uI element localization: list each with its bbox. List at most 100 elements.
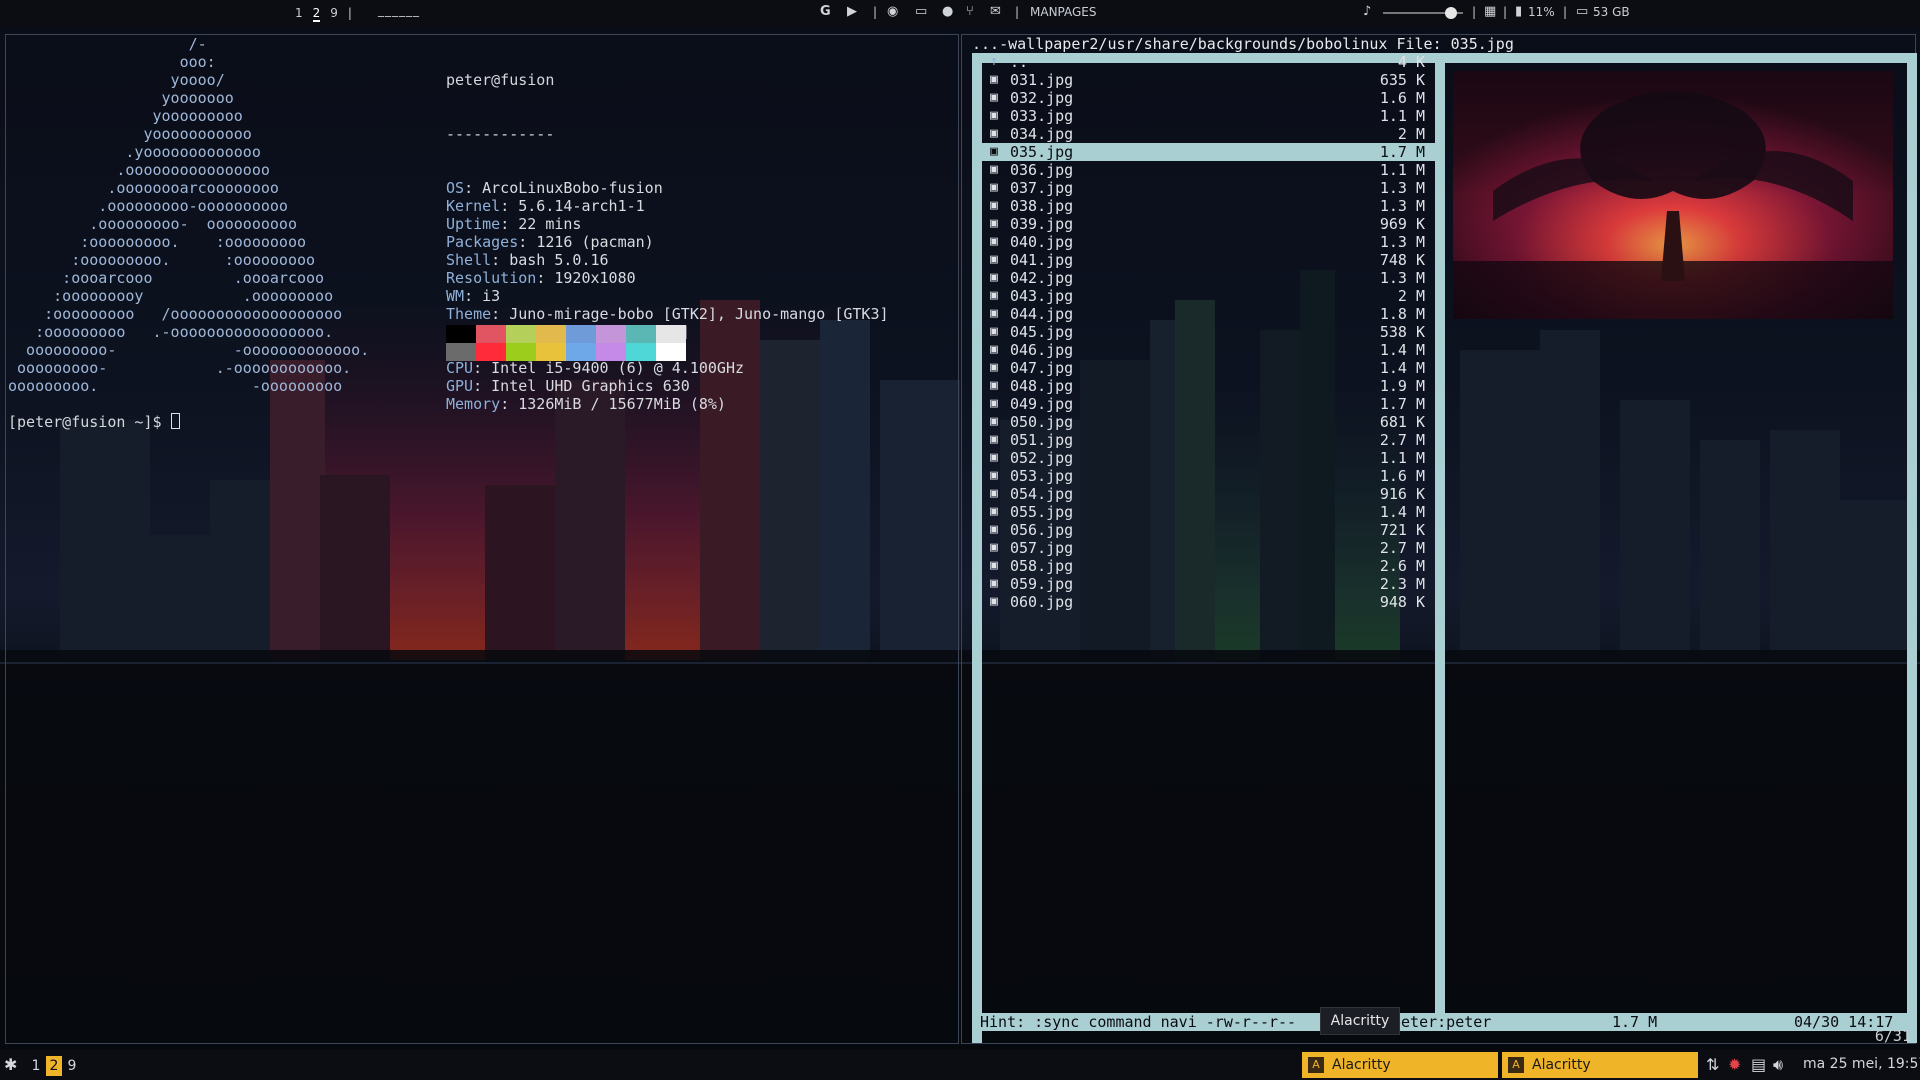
file-row[interactable]: ▣ 047.jpg 1.4 M	[982, 359, 1435, 377]
top-workspace-1[interactable]: 1	[295, 6, 303, 20]
folder-icon[interactable]: ▭	[915, 4, 927, 19]
top-workspace-2[interactable]: 2	[312, 6, 321, 22]
file-name: 035.jpg	[1010, 143, 1074, 161]
file-row[interactable]: ▣ 056.jpg 721 K	[982, 521, 1435, 539]
file-row[interactable]: ▣ 048.jpg 1.9 M	[982, 377, 1435, 395]
file-size: 948 K	[1379, 593, 1425, 611]
color-swatch	[656, 343, 686, 361]
image-file-icon: ▣	[990, 522, 998, 537]
disk-icon: ▭	[1576, 4, 1589, 19]
git-icon[interactable]: ⑂	[966, 4, 974, 19]
file-name: 042.jpg	[1010, 269, 1074, 287]
file-row[interactable]: ▣ 045.jpg 538 K	[982, 323, 1435, 341]
parent-directory-row[interactable]: ↑ .. 4 K	[982, 53, 1435, 71]
info-value: 22 mins	[518, 215, 582, 233]
file-row[interactable]: ▣ 057.jpg 2.7 M	[982, 539, 1435, 557]
file-row[interactable]: ▣ 051.jpg 2.7 M	[982, 431, 1435, 449]
file-name: 041.jpg	[1010, 251, 1074, 269]
top-workspace-list: 1 2 9 |	[290, 6, 357, 22]
file-row[interactable]: ▣ 036.jpg 1.1 M	[982, 161, 1435, 179]
task-alacritty-2[interactable]: A Alacritty	[1502, 1052, 1698, 1078]
file-name: 052.jpg	[1010, 449, 1074, 467]
file-name: 039.jpg	[1010, 215, 1074, 233]
firefox-icon[interactable]: ◉	[887, 4, 898, 19]
bottom-workspace-1[interactable]: 1	[28, 1056, 44, 1076]
file-row[interactable]: ▣ 054.jpg 916 K	[982, 485, 1435, 503]
file-row[interactable]: ▣ 033.jpg 1.1 M	[982, 107, 1435, 125]
file-list[interactable]: ↑ .. 4 K ▣ 031.jpg 635 K ▣ 032.jpg 1.6 M ▣ 033.…	[982, 53, 1435, 611]
bottom-task-bar: ✱ 1 2 9 A Alacritty A Alacritty ⇅ ✹ ▤ 🔊︎…	[0, 1050, 1920, 1080]
file-size: 2.7 M	[1379, 539, 1425, 557]
file-size: 969 K	[1379, 215, 1425, 233]
file-row[interactable]: ▣ 039.jpg 969 K	[982, 215, 1435, 233]
file-row[interactable]: ▣ 037.jpg 1.3 M	[982, 179, 1435, 197]
file-row[interactable]: ▣ 050.jpg 681 K	[982, 413, 1435, 431]
volume-slider-handle[interactable]	[1445, 7, 1457, 19]
bottom-workspace-2[interactable]: 2	[46, 1056, 62, 1076]
file-name: 045.jpg	[1010, 323, 1074, 341]
file-name: 044.jpg	[1010, 305, 1074, 323]
file-size: 1.1 M	[1379, 449, 1425, 467]
ascii-line: .yooooooooooooo	[8, 143, 261, 161]
manpages-menu[interactable]: MANPAGES	[1030, 5, 1097, 19]
file-row[interactable]: ▣ 035.jpg 1.7 M	[982, 143, 1435, 161]
file-row[interactable]: ▣ 042.jpg 1.3 M	[982, 269, 1435, 287]
google-icon[interactable]: G	[820, 4, 831, 19]
info-line: CPU: Intel i5-9400 (6) @ 4.100GHz	[446, 359, 889, 377]
clock[interactable]: ma 25 mei, 19:57	[1803, 1056, 1920, 1072]
file-row[interactable]: ▣ 055.jpg 1.4 M	[982, 503, 1435, 521]
file-row[interactable]: ▣ 052.jpg 1.1 M	[982, 449, 1435, 467]
terminal-window-ranger[interactable]: ...-wallpaper2/usr/share/backgrounds/bob…	[961, 34, 1917, 1045]
image-file-icon: ▣	[990, 504, 998, 519]
file-row[interactable]: ▣ 059.jpg 2.3 M	[982, 575, 1435, 593]
info-separator: :	[491, 251, 510, 269]
image-file-icon: ▣	[990, 288, 998, 303]
preview-file-label: File: 035.jpg	[1396, 35, 1514, 53]
file-row[interactable]: ▣ 032.jpg 1.6 M	[982, 89, 1435, 107]
top-workspace-9[interactable]: 9	[330, 6, 338, 20]
file-name: 056.jpg	[1010, 521, 1074, 539]
file-size: 2 M	[1397, 125, 1425, 143]
file-row[interactable]: ▣ 046.jpg 1.4 M	[982, 341, 1435, 359]
file-row[interactable]: ▣ 053.jpg 1.6 M	[982, 467, 1435, 485]
shell-prompt[interactable]: [peter@fusion ~]$	[8, 413, 180, 431]
apps-grid-icon[interactable]: ▦	[1484, 4, 1496, 19]
file-name: 060.jpg	[1010, 593, 1074, 611]
file-row[interactable]: ▣ 034.jpg 2 M	[982, 125, 1435, 143]
terminal-window-neofetch[interactable]: /- ooo: yoooo/ yooooooo yooooooooo yoooo…	[5, 34, 959, 1044]
file-size: 1.4 M	[1379, 503, 1425, 521]
file-size: 1.3 M	[1379, 269, 1425, 287]
info-key: Packages	[446, 233, 519, 251]
file-row[interactable]: ▣ 043.jpg 2 M	[982, 287, 1435, 305]
file-row[interactable]: ▣ 058.jpg 2.6 M	[982, 557, 1435, 575]
bottom-workspace-9[interactable]: 9	[64, 1056, 80, 1076]
file-name: 058.jpg	[1010, 557, 1074, 575]
file-row[interactable]: ▣ 038.jpg 1.3 M	[982, 197, 1435, 215]
task-alacritty-1[interactable]: A Alacritty	[1302, 1052, 1498, 1078]
network-icon[interactable]: ⇅	[1706, 1055, 1719, 1074]
file-row[interactable]: ▣ 060.jpg 948 K	[982, 593, 1435, 611]
info-separator: :	[500, 215, 519, 233]
ascii-line: ooooooooo. -ooooooooo	[8, 377, 343, 395]
color-swatch	[536, 325, 566, 343]
file-position-counter: 6/31	[1874, 1027, 1911, 1045]
speaker-icon[interactable]: 🔊︎	[1773, 1055, 1783, 1075]
github-icon[interactable]: ●	[942, 4, 953, 19]
color-swatch	[506, 325, 536, 343]
file-row[interactable]: ▣ 049.jpg 1.7 M	[982, 395, 1435, 413]
clipboard-icon[interactable]: ▤	[1751, 1055, 1766, 1074]
file-size: 1.6 M	[1379, 89, 1425, 107]
arrow-up-icon: ↑	[990, 54, 998, 69]
color-swatch	[446, 325, 476, 343]
file-row[interactable]: ▣ 041.jpg 748 K	[982, 251, 1435, 269]
file-row[interactable]: ▣ 031.jpg 635 K	[982, 71, 1435, 89]
file-size: 1.1 M	[1379, 107, 1425, 125]
update-notifier-icon[interactable]: ✹	[1728, 1055, 1741, 1074]
info-separator: :	[518, 233, 537, 251]
youtube-icon[interactable]: ▶	[847, 4, 857, 19]
file-row[interactable]: ▣ 044.jpg 1.8 M	[982, 305, 1435, 323]
image-file-icon: ▣	[990, 360, 998, 375]
chat-icon[interactable]: ✉	[990, 4, 1001, 19]
file-row[interactable]: ▣ 040.jpg 1.3 M	[982, 233, 1435, 251]
arcolinux-menu-icon[interactable]: ✱	[4, 1055, 17, 1074]
